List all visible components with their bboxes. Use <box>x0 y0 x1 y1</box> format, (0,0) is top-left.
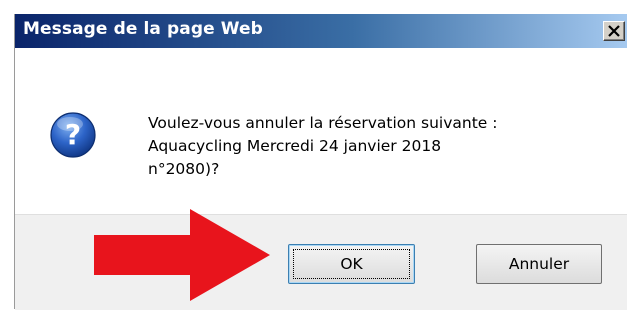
message-line: Aquacycling Mercredi 24 janvier 2018 <box>148 137 442 155</box>
close-icon <box>608 25 620 37</box>
cancel-button-label: Annuler <box>508 255 570 273</box>
svg-text:?: ? <box>65 118 81 151</box>
ok-button[interactable]: OK <box>288 244 415 284</box>
question-icon: ? <box>50 112 96 158</box>
message-line: n°2080)? <box>148 160 220 178</box>
message-line: Voulez-vous annuler la réservation suiva… <box>148 114 498 132</box>
dialog-message: Voulez-vous annuler la réservation suiva… <box>148 112 498 181</box>
dialog-titlebar[interactable]: Message de la page Web <box>15 14 627 48</box>
arrow-right-icon <box>94 209 270 301</box>
cancel-button[interactable]: Annuler <box>476 244 602 284</box>
close-button[interactable] <box>603 21 625 41</box>
dialog-body: ? Voulez-vous annuler la réservation sui… <box>15 48 627 214</box>
dialog-title: Message de la page Web <box>23 19 263 39</box>
focus-ring <box>293 249 410 279</box>
